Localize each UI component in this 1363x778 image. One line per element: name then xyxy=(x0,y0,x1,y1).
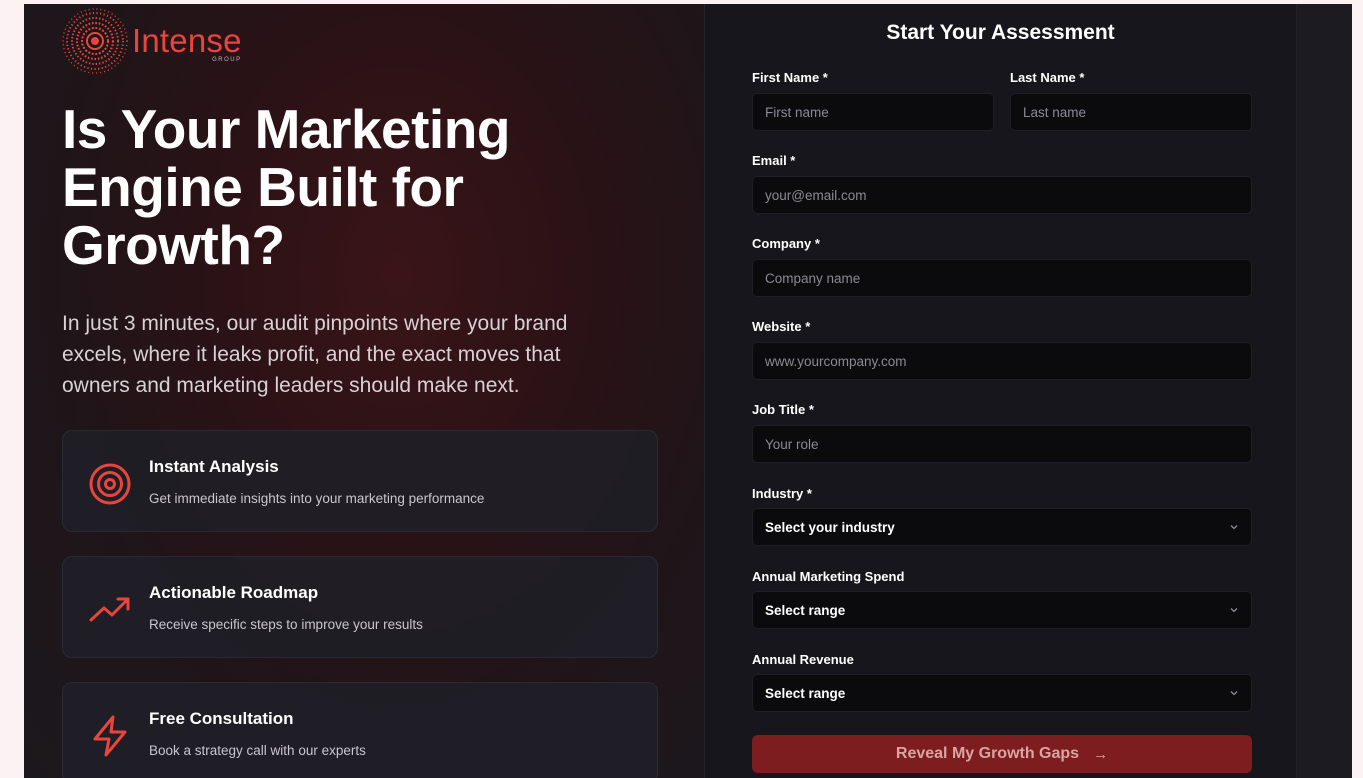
feature-card-actionable-roadmap: Actionable Roadmap Receive specific step… xyxy=(62,556,658,658)
brand-subtitle: GROUP xyxy=(212,57,242,63)
form-title: Start Your Assessment xyxy=(886,21,1115,44)
feature-title: Actionable Roadmap xyxy=(149,583,319,602)
reveal-growth-gaps-button[interactable]: Reveal My Growth Gaps → xyxy=(752,735,1252,773)
brand-name: Intense xyxy=(132,22,242,59)
website-label: Website * xyxy=(752,319,811,334)
feature-title: Instant Analysis xyxy=(149,457,279,476)
company-label: Company * xyxy=(752,236,820,251)
industry-selected-value: Select your industry xyxy=(765,519,895,535)
chevron-down-icon xyxy=(1230,608,1238,613)
last-name-input[interactable] xyxy=(1010,93,1252,131)
feature-title: Free Consultation xyxy=(149,709,294,728)
right-edge-strip xyxy=(1296,4,1352,778)
lightning-icon xyxy=(93,715,127,757)
website-input[interactable] xyxy=(752,342,1252,380)
feature-card-free-consultation: Free Consultation Book a strategy call w… xyxy=(62,682,658,778)
first-name-input[interactable] xyxy=(752,93,994,131)
chevron-down-icon xyxy=(1230,525,1238,530)
feature-description: Get immediate insights into your marketi… xyxy=(149,491,485,506)
revenue-label: Annual Revenue xyxy=(752,652,854,667)
marketing-spend-label: Annual Marketing Spend xyxy=(752,569,905,584)
page: Intense GROUP Is Your Marketing Engine B… xyxy=(24,4,1352,778)
arrow-right-icon: → xyxy=(1093,745,1109,763)
feature-card-instant-analysis: Instant Analysis Get immediate insights … xyxy=(62,430,658,532)
email-label: Email * xyxy=(752,153,796,168)
company-input[interactable] xyxy=(752,259,1252,297)
first-name-label: First Name * xyxy=(752,70,828,85)
revenue-select[interactable]: Select range xyxy=(752,674,1252,712)
brand-wordmark: Intense GROUP xyxy=(132,22,242,64)
brand-logo[interactable]: Intense GROUP xyxy=(62,8,242,74)
trending-up-icon xyxy=(89,597,130,622)
industry-select[interactable]: Select your industry xyxy=(752,508,1252,546)
last-name-label: Last Name * xyxy=(1010,70,1085,85)
feature-description: Receive specific steps to improve your r… xyxy=(149,617,423,632)
hero-headline: Is Your Marketing Engine Built for Growt… xyxy=(62,98,510,276)
marketing-spend-select[interactable]: Select range xyxy=(752,591,1252,629)
revenue-selected-value: Select range xyxy=(765,685,846,701)
email-field[interactable] xyxy=(752,176,1252,214)
job-title-label: Job Title * xyxy=(752,402,814,417)
feature-description: Book a strategy call with our experts xyxy=(149,743,366,758)
job-title-input[interactable] xyxy=(752,425,1252,463)
chevron-down-icon xyxy=(1230,691,1238,696)
hero-intro: In just 3 minutes, our audit pinpoints w… xyxy=(62,312,568,397)
marketing-spend-selected-value: Select range xyxy=(765,602,846,618)
logo-mark-icon xyxy=(62,8,128,74)
industry-label: Industry * xyxy=(752,486,812,501)
hero-section: Intense GROUP Is Your Marketing Engine B… xyxy=(24,4,704,778)
assessment-form: Start Your Assessment First Name * Last … xyxy=(704,4,1296,778)
submit-label: Reveal My Growth Gaps xyxy=(895,745,1080,762)
target-icon xyxy=(89,463,131,505)
